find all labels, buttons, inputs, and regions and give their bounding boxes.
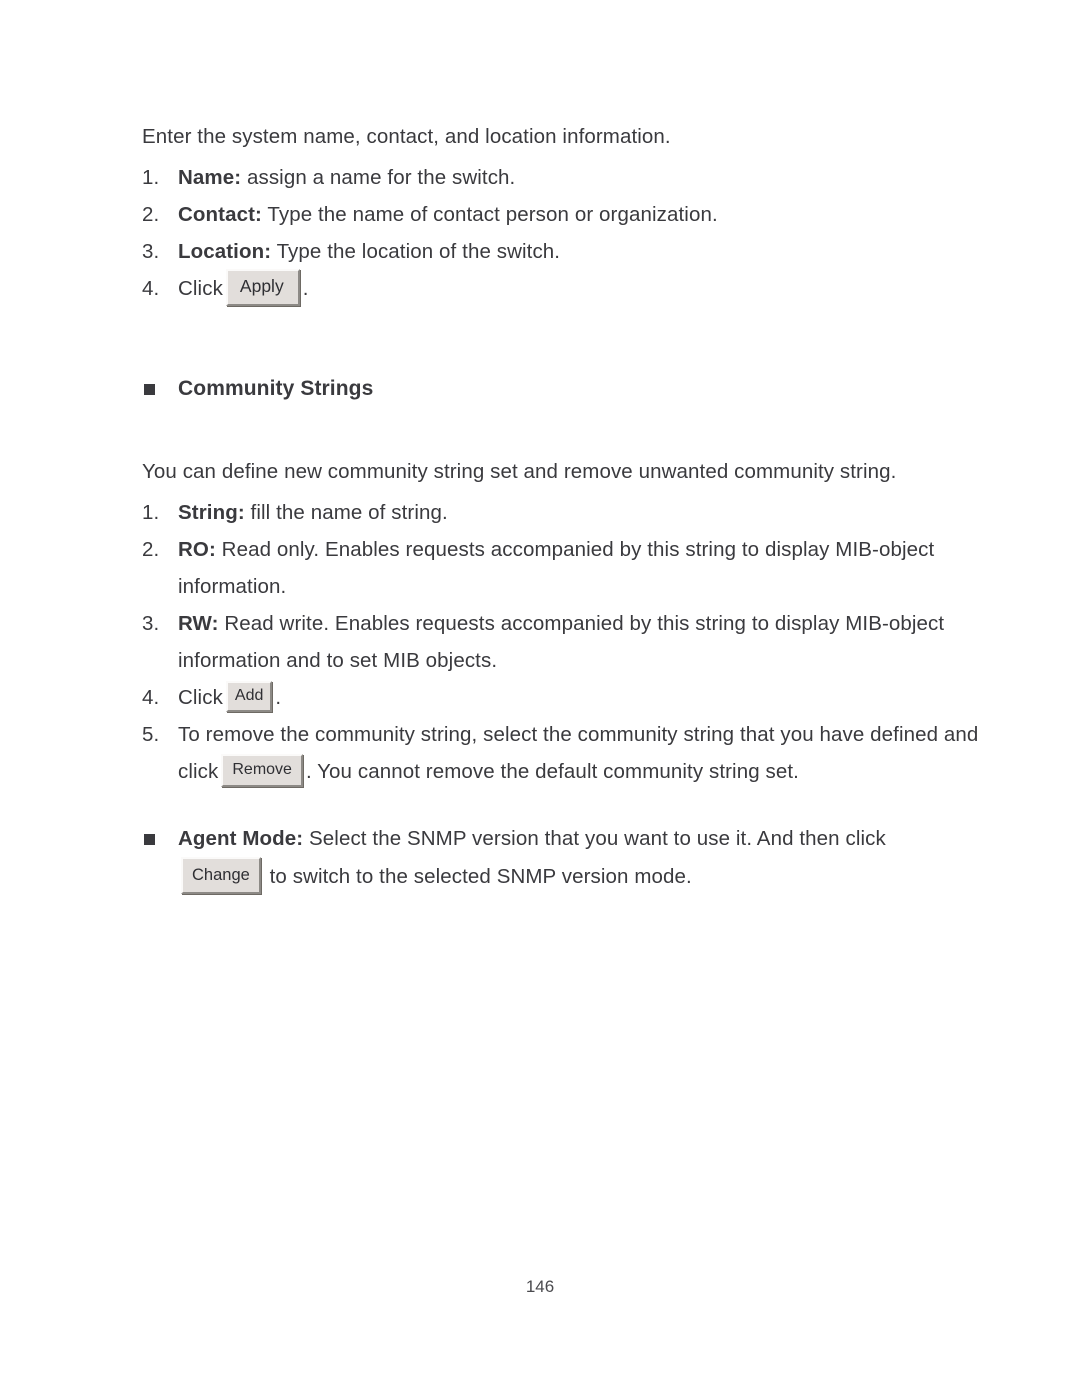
list-marker: 3. xyxy=(142,611,160,635)
step-text: assign a name for the switch. xyxy=(241,166,516,189)
community-steps-list: 1. String: fill the name of string. 2. R… xyxy=(142,494,982,790)
system-intro-paragraph: Enter the system name, contact, and loca… xyxy=(142,125,671,148)
square-bullet-icon xyxy=(144,383,155,395)
list-marker: 2. xyxy=(142,203,160,226)
remove-button[interactable]: Remove xyxy=(221,753,303,787)
click-word: Click xyxy=(178,685,223,709)
click-word: Click xyxy=(178,277,223,300)
step-text: Read only. Enables requests accompanied … xyxy=(178,537,935,598)
agent-mode-heading: Agent Mode: Select the SNMP version that… xyxy=(142,820,982,857)
heading-text: Community Strings xyxy=(178,376,374,400)
step-text: Read write. Enables requests accompanied… xyxy=(178,611,945,672)
community-intro-paragraph: You can define new community string set … xyxy=(142,459,897,483)
agent-mode-label: Agent Mode: xyxy=(178,826,304,850)
trailing-punctuation: . xyxy=(302,277,309,300)
step-label: RO: xyxy=(178,537,216,561)
community-strings-heading: Community Strings xyxy=(142,370,982,407)
list-item: 3. Location: Type the location of the sw… xyxy=(142,233,982,270)
list-item: 4. Click Apply. xyxy=(142,269,982,308)
apply-button[interactable]: Apply xyxy=(225,269,300,306)
list-marker: 2. xyxy=(142,537,160,561)
list-marker: 1. xyxy=(142,166,160,189)
list-marker: 4. xyxy=(142,277,160,300)
step-text: fill the name of string. xyxy=(244,500,448,524)
agent-mode-text-line2: to switch to the selected SNMP version m… xyxy=(269,864,692,888)
list-item: 4. Click Add. xyxy=(142,679,982,716)
list-item: 3. RW: Read write. Enables requests acco… xyxy=(142,605,982,679)
list-marker: 3. xyxy=(142,240,160,263)
add-button[interactable]: Add xyxy=(225,680,273,712)
list-item: 5. To remove the community string, selec… xyxy=(142,716,982,790)
step-text: Type the location of the switch. xyxy=(271,240,561,263)
list-marker: 1. xyxy=(142,500,160,524)
step-label: RW: xyxy=(178,611,219,635)
page-content: Enter the system name, contact, and loca… xyxy=(142,118,982,897)
system-steps-list: 1. Name: assign a name for the switch. 2… xyxy=(142,159,982,308)
step-label: Contact: xyxy=(178,203,262,226)
list-marker: 5. xyxy=(142,722,160,746)
agent-mode-second-line: Change to switch to the selected SNMP ve… xyxy=(142,856,982,897)
step-label: String: xyxy=(178,500,245,524)
agent-mode-text-line1: Select the SNMP version that you want to… xyxy=(303,826,886,850)
step-text: Type the name of contact person or organ… xyxy=(261,203,718,226)
step-text-after: . You cannot remove the default communit… xyxy=(305,759,799,783)
change-button[interactable]: Change xyxy=(181,856,261,895)
page-number: 146 xyxy=(525,1277,555,1296)
trailing-punctuation: . xyxy=(275,685,282,709)
step-label: Name: xyxy=(178,166,242,189)
list-item: 2. Contact: Type the name of contact per… xyxy=(142,196,982,233)
list-marker: 4. xyxy=(142,685,160,709)
list-item: 1. Name: assign a name for the switch. xyxy=(142,159,982,196)
list-item: 2. RO: Read only. Enables requests accom… xyxy=(142,531,982,605)
list-item: 1. String: fill the name of string. xyxy=(142,494,982,531)
square-bullet-icon xyxy=(144,833,155,845)
document-page: Enter the system name, contact, and loca… xyxy=(0,0,1080,1397)
step-label: Location: xyxy=(178,240,272,263)
